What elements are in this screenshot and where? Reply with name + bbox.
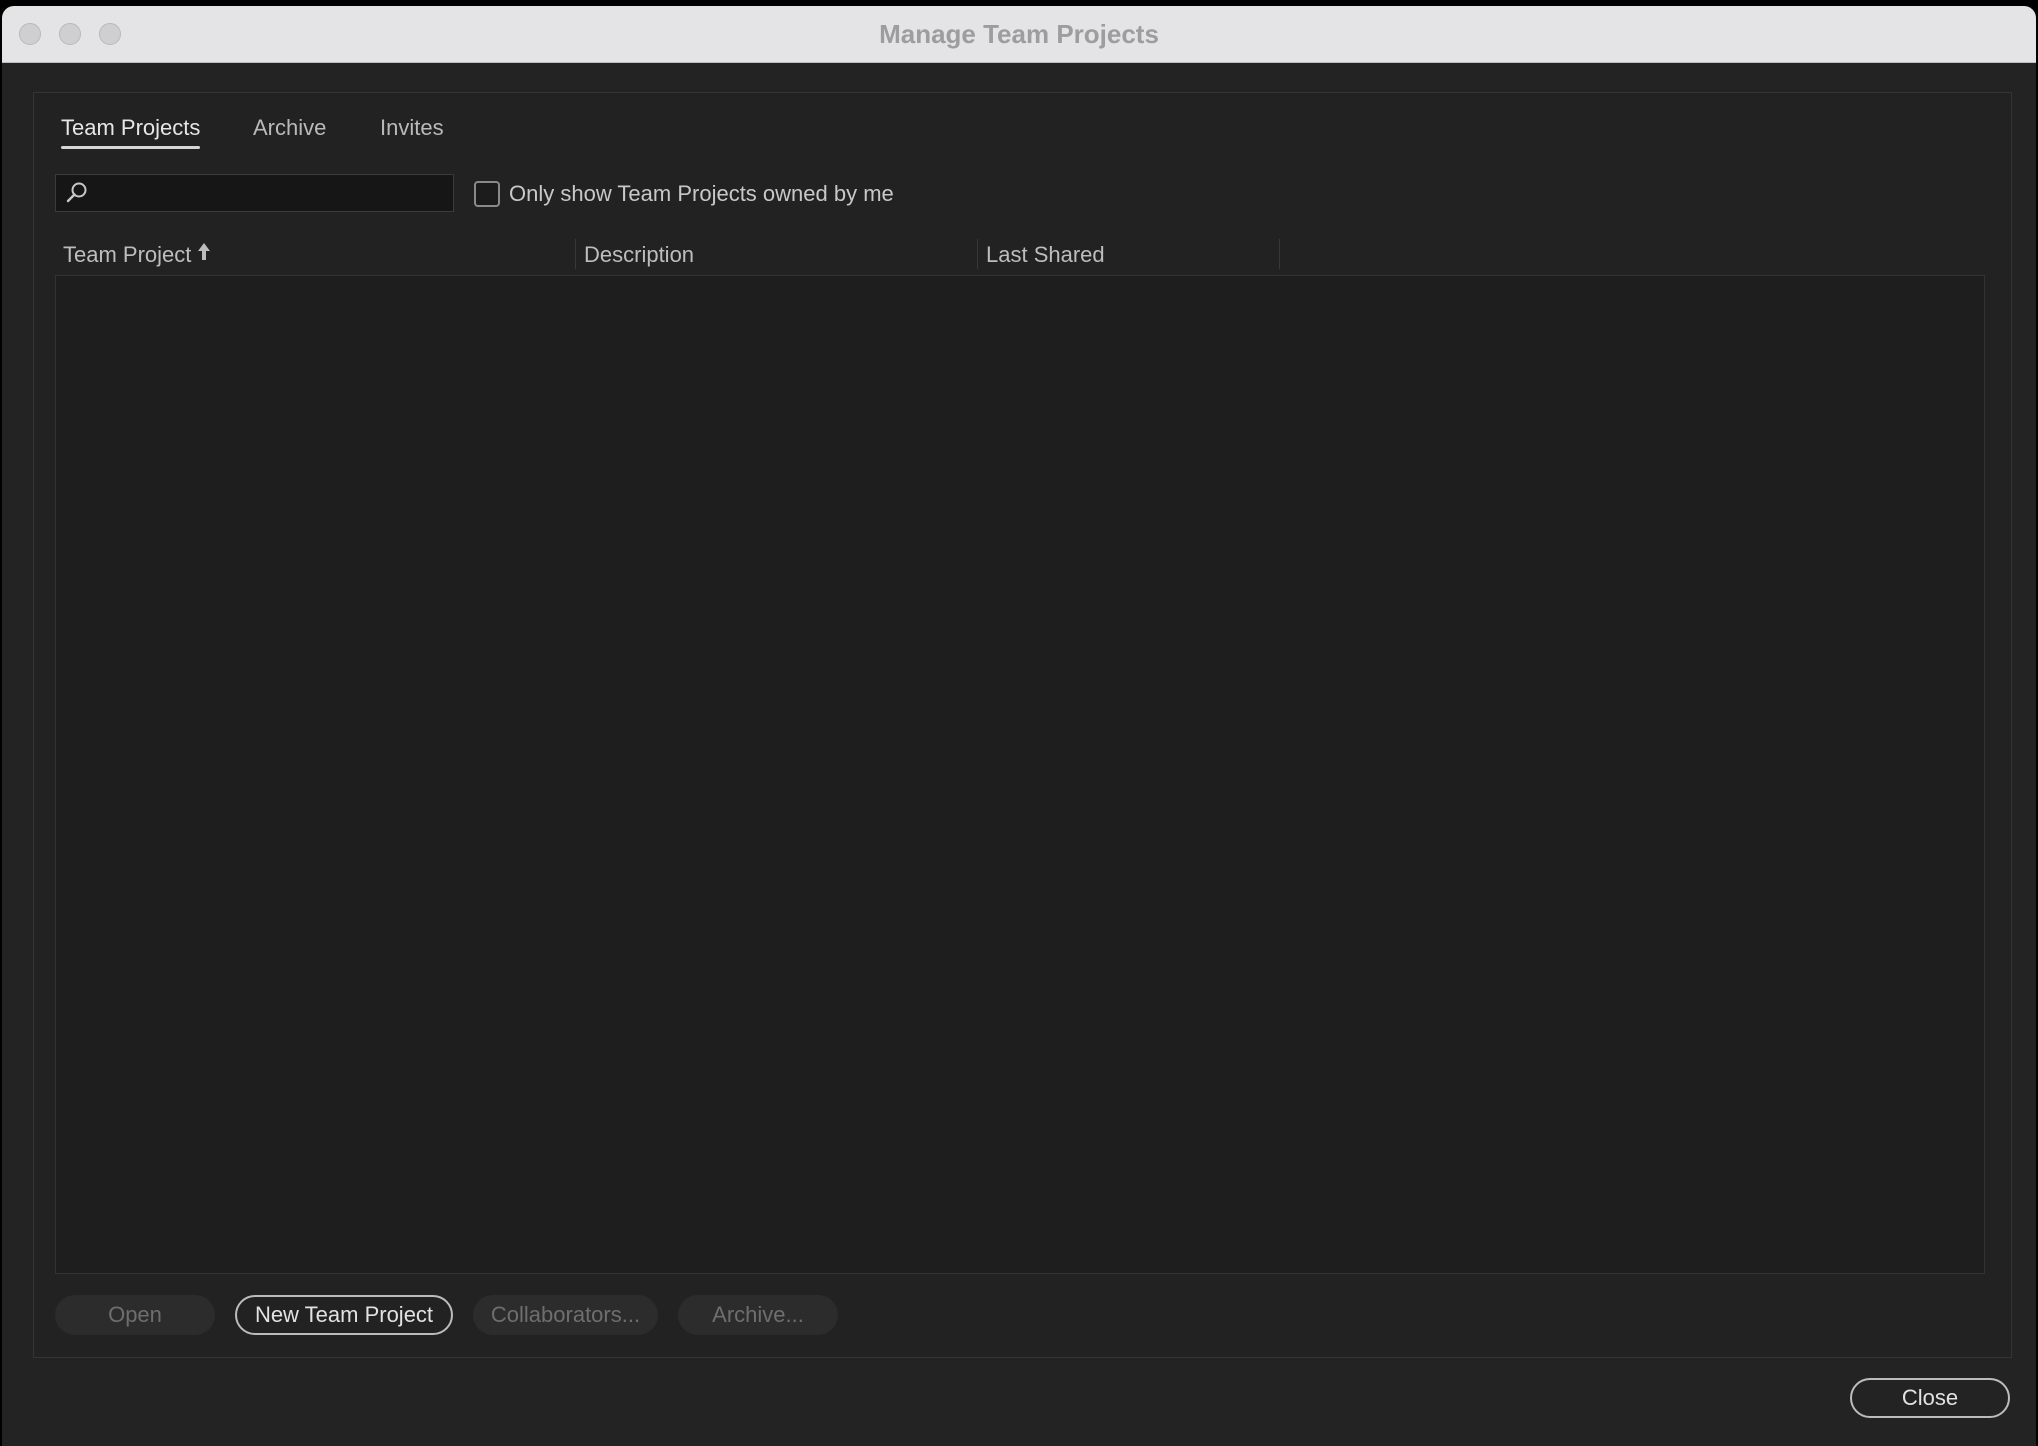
- collaborators-button[interactable]: Collaborators...: [473, 1295, 658, 1335]
- active-tab-indicator: [61, 146, 201, 149]
- column-header-team-project[interactable]: Team Project: [63, 241, 191, 269]
- close-button[interactable]: Close: [1850, 1378, 2010, 1418]
- team-projects-table[interactable]: [55, 275, 1985, 1274]
- column-label: Team Project: [63, 242, 192, 267]
- sort-ascending-icon: [198, 243, 210, 260]
- tab-label: Invites: [380, 115, 444, 140]
- title-bar: Manage Team Projects: [2, 6, 2036, 63]
- tab-archive[interactable]: Archive: [253, 115, 326, 147]
- tab-team-projects[interactable]: Team Projects: [61, 115, 201, 149]
- search-input[interactable]: [96, 177, 450, 211]
- team-projects-panel: Team Projects Archive Invites Only show …: [33, 92, 2012, 1358]
- column-divider[interactable]: [1279, 239, 1280, 269]
- column-header-description[interactable]: Description: [584, 241, 694, 269]
- archive-button[interactable]: Archive...: [678, 1295, 838, 1335]
- open-button[interactable]: Open: [55, 1295, 215, 1335]
- owned-by-me-checkbox[interactable]: [474, 181, 500, 207]
- tab-invites[interactable]: Invites: [380, 115, 444, 147]
- manage-team-projects-window: Manage Team Projects Team Projects Archi…: [2, 6, 2036, 1446]
- column-header-last-shared[interactable]: Last Shared: [986, 241, 1105, 269]
- column-divider[interactable]: [977, 239, 978, 269]
- tab-label: Archive: [253, 115, 327, 140]
- search-box[interactable]: [55, 174, 454, 212]
- search-icon: [66, 182, 87, 203]
- new-team-project-button[interactable]: New Team Project: [235, 1295, 453, 1335]
- column-label: Last Shared: [986, 242, 1105, 267]
- column-divider[interactable]: [575, 239, 576, 269]
- column-label: Description: [584, 242, 695, 267]
- owned-by-me-label: Only show Team Projects owned by me: [509, 181, 894, 206]
- window-title: Manage Team Projects: [879, 19, 1159, 49]
- tab-label: Team Projects: [61, 115, 201, 140]
